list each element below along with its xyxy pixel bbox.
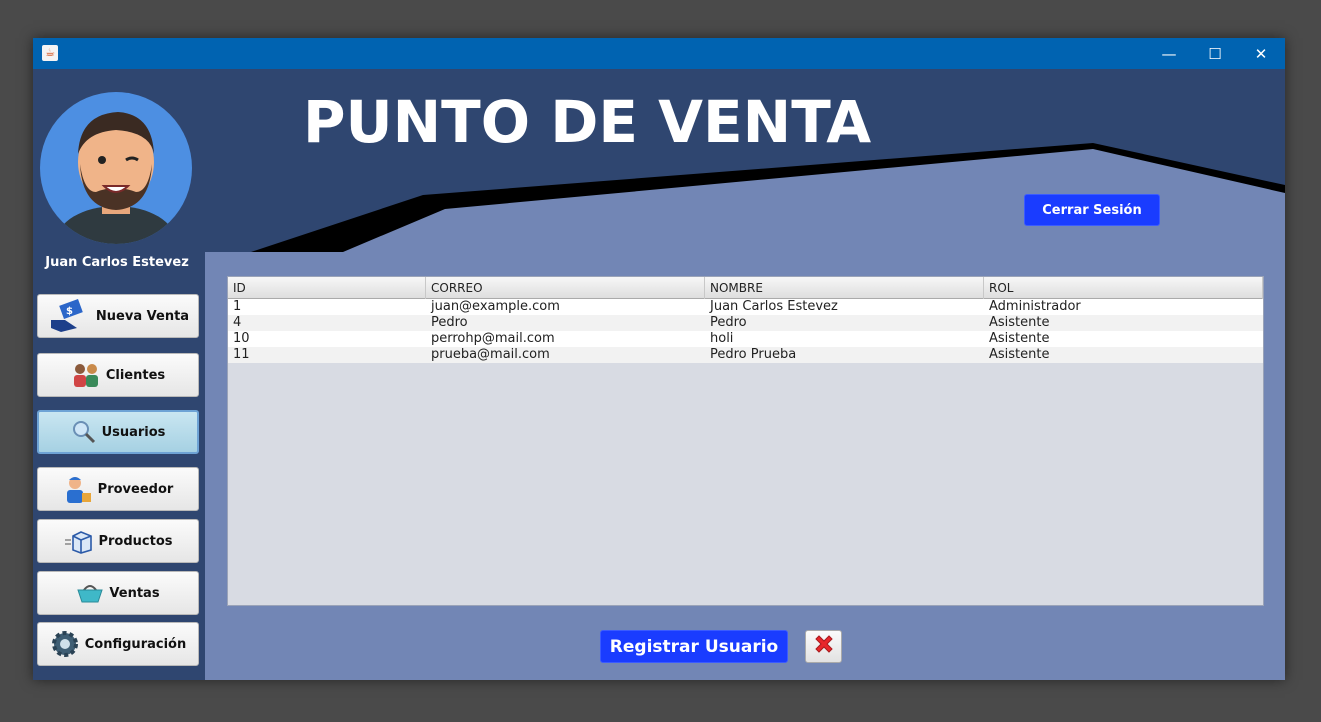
minimize-button[interactable]: — — [1146, 38, 1192, 69]
delivery-man-icon — [63, 474, 93, 504]
sale-hand-icon: $ — [47, 298, 91, 334]
close-window-button[interactable]: ✕ — [1238, 38, 1284, 69]
table-row[interactable]: 1 juan@example.com Juan Carlos Estevez A… — [228, 299, 1263, 315]
nav-usuarios-button[interactable]: Usuarios — [37, 410, 199, 454]
nav-configuracion-button[interactable]: Configuración — [37, 622, 199, 666]
logout-button[interactable]: Cerrar Sesión — [1024, 194, 1160, 226]
basket-icon — [76, 582, 104, 604]
nav-item-label: Ventas — [109, 585, 160, 601]
table-row[interactable]: 10 perrohp@mail.com holi Asistente — [228, 331, 1263, 347]
users-table[interactable]: ID CORREO NOMBRE ROL 1 juan@example.com … — [227, 276, 1264, 606]
cell-id: 11 — [233, 347, 250, 362]
clients-icon — [71, 361, 101, 389]
table-row[interactable]: 4 Pedro Pedro Asistente — [228, 315, 1263, 331]
column-header-id[interactable]: ID — [228, 277, 426, 299]
java-icon: ☕ — [42, 45, 58, 61]
cell-nombre: Juan Carlos Estevez — [710, 299, 838, 314]
maximize-button[interactable]: ☐ — [1192, 38, 1238, 69]
nav-proveedor-button[interactable]: Proveedor — [37, 467, 199, 511]
nav-productos-button[interactable]: Productos — [37, 519, 199, 563]
nav-nueva-venta-button[interactable]: $ Nueva Venta — [37, 294, 199, 338]
nav-ventas-button[interactable]: Ventas — [37, 571, 199, 615]
user-name: Juan Carlos Estevez — [45, 255, 189, 270]
cell-correo: Pedro — [431, 315, 468, 330]
cell-nombre: Pedro Prueba — [710, 347, 797, 362]
red-x-icon — [812, 632, 836, 661]
nav-item-label: Productos — [98, 533, 173, 549]
cell-id: 1 — [233, 299, 242, 314]
cell-rol: Asistente — [989, 315, 1050, 330]
cell-nombre: holi — [710, 331, 734, 346]
nav-clientes-button[interactable]: Clientes — [37, 353, 199, 397]
nav-item-label: Configuración — [84, 636, 187, 652]
cell-correo: prueba@mail.com — [431, 347, 550, 362]
page-title: PUNTO DE VENTA — [303, 88, 872, 156]
cell-correo: juan@example.com — [431, 299, 560, 314]
nav-item-label: Clientes — [105, 367, 166, 383]
nav-item-label: Usuarios — [101, 424, 166, 440]
title-bar[interactable]: ☕ — ☐ ✕ — [33, 38, 1285, 69]
register-user-button[interactable]: Registrar Usuario — [600, 630, 788, 663]
delete-button[interactable] — [805, 630, 842, 663]
svg-text:$: $ — [66, 306, 73, 317]
nav-item-label: Proveedor — [97, 481, 174, 497]
cell-rol: Administrador — [989, 299, 1081, 314]
cell-nombre: Pedro — [710, 315, 747, 330]
cell-id: 4 — [233, 315, 242, 330]
table-header: ID CORREO NOMBRE ROL — [228, 277, 1263, 299]
user-avatar — [40, 92, 192, 244]
nav-item-label: Nueva Venta — [95, 308, 190, 324]
table-row[interactable]: 11 prueba@mail.com Pedro Prueba Asistent… — [228, 347, 1263, 363]
app-window: ☕ — ☐ ✕ Juan Carlos Estevez $ Nueva Vent… — [33, 38, 1285, 680]
box-icon — [63, 528, 93, 554]
column-header-correo[interactable]: CORREO — [426, 277, 705, 299]
magnifier-icon — [71, 419, 97, 445]
cell-id: 10 — [233, 331, 250, 346]
gear-icon — [50, 629, 80, 659]
cell-correo: perrohp@mail.com — [431, 331, 555, 346]
cell-rol: Asistente — [989, 331, 1050, 346]
cell-rol: Asistente — [989, 347, 1050, 362]
column-header-rol[interactable]: ROL — [984, 277, 1263, 299]
column-header-nombre[interactable]: NOMBRE — [705, 277, 984, 299]
